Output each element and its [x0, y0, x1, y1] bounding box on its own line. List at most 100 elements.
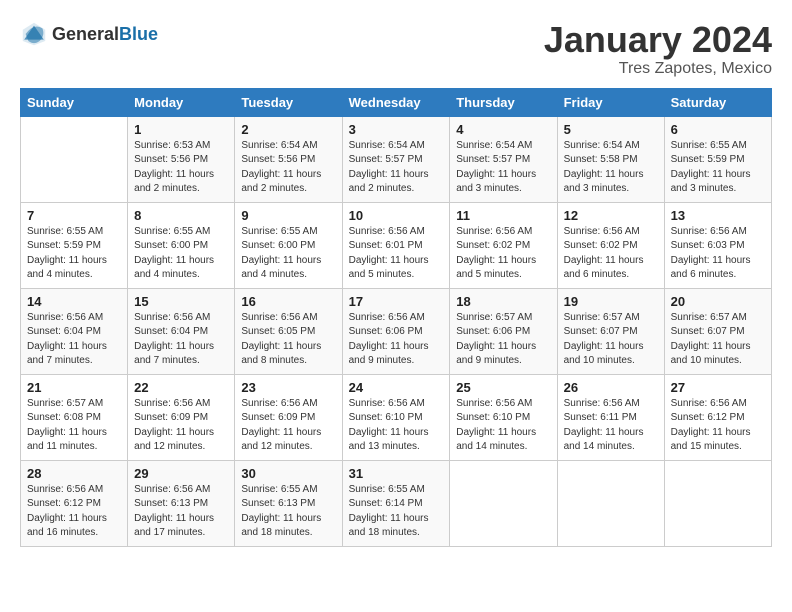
day-detail: Sunrise: 6:56 AMSunset: 6:12 PMDaylight:… [671, 397, 765, 455]
weekday-header-monday: Monday [128, 88, 235, 116]
day-detail: Sunrise: 6:55 AMSunset: 5:59 PMDaylight:… [671, 139, 765, 197]
calendar-cell: 17 Sunrise: 6:56 AMSunset: 6:06 PMDayligh… [342, 288, 450, 374]
title-block: January 2024 Tres Zapotes, Mexico [544, 20, 772, 78]
day-detail: Sunrise: 6:56 AMSunset: 6:10 PMDaylight:… [349, 397, 444, 455]
calendar-cell: 11Sunrise: 6:56 AMSunset: 6:02 PMDayligh… [450, 202, 557, 288]
calendar-table: SundayMondayTuesdayWednesdayThursdayFrid… [20, 88, 772, 547]
calendar-cell: 24Sunrise: 6:56 AMSunset: 6:10 PMDayligh… [342, 374, 450, 460]
day-detail: Sunrise: 6:56 AMSunset: 6:04 PMDaylight:… [134, 311, 228, 369]
day-number: 10 [349, 208, 444, 223]
day-number: 18 [456, 294, 550, 309]
day-detail: Sunrise: 6:56 AMSunset: 6:01 PMDaylight:… [349, 225, 444, 283]
day-detail: Sunrise: 6:56 AMSunset: 6:06 PMDaylight:… [349, 311, 444, 369]
weekday-header-row: SundayMondayTuesdayWednesdayThursdayFrid… [21, 88, 772, 116]
calendar-cell: 30 Sunrise: 6:55 AMSunset: 6:13 PMDayligh… [235, 460, 342, 546]
calendar-cell: 14 Sunrise: 6:56 AMSunset: 6:04 PMDayligh… [21, 288, 128, 374]
logo-text-general: General [52, 24, 119, 45]
day-detail: Sunrise: 6:56 AMSunset: 6:03 PMDaylight:… [671, 225, 765, 283]
day-number: 14 [27, 294, 121, 309]
day-detail: Sunrise: 6:56 AMSunset: 6:13 PMDaylight:… [134, 483, 228, 541]
calendar-week-5: 28Sunrise: 6:56 AMSunset: 6:12 PMDayligh… [21, 460, 772, 546]
calendar-cell [21, 116, 128, 202]
day-detail: Sunrise: 6:57 AMSunset: 6:07 PMDaylight:… [671, 311, 765, 369]
day-detail: Sunrise: 6:56 AMSunset: 6:05 PMDaylight:… [241, 311, 335, 369]
day-number: 31 [349, 466, 444, 481]
weekday-header-saturday: Saturday [664, 88, 771, 116]
calendar-cell [450, 460, 557, 546]
day-detail: Sunrise: 6:56 AMSunset: 6:11 PMDaylight:… [564, 397, 658, 455]
calendar-cell: 12 Sunrise: 6:56 AMSunset: 6:02 PMDayligh… [557, 202, 664, 288]
day-number: 2 [241, 122, 335, 137]
calendar-cell: 3 Sunrise: 6:54 AMSunset: 5:57 PMDaylight… [342, 116, 450, 202]
calendar-cell: 31Sunrise: 6:55 AMSunset: 6:14 PMDayligh… [342, 460, 450, 546]
weekday-header-wednesday: Wednesday [342, 88, 450, 116]
day-number: 6 [671, 122, 765, 137]
weekday-header-friday: Friday [557, 88, 664, 116]
calendar-cell: 29 Sunrise: 6:56 AMSunset: 6:13 PMDayligh… [128, 460, 235, 546]
calendar-cell: 21Sunrise: 6:57 AMSunset: 6:08 PMDayligh… [21, 374, 128, 460]
calendar-cell [664, 460, 771, 546]
calendar-cell: 22 Sunrise: 6:56 AMSunset: 6:09 PMDayligh… [128, 374, 235, 460]
day-detail: Sunrise: 6:54 AMSunset: 5:58 PMDaylight:… [564, 139, 658, 197]
logo-icon [20, 20, 48, 48]
calendar-cell: 18 Sunrise: 6:57 AMSunset: 6:06 PMDayligh… [450, 288, 557, 374]
day-detail: Sunrise: 6:55 AMSunset: 6:00 PMDaylight:… [241, 225, 335, 283]
day-number: 25 [456, 380, 550, 395]
calendar-cell: 8 Sunrise: 6:55 AMSunset: 6:00 PMDaylight… [128, 202, 235, 288]
day-detail: Sunrise: 6:53 AMSunset: 5:56 PMDaylight:… [134, 139, 228, 197]
day-number: 29 [134, 466, 228, 481]
day-detail: Sunrise: 6:54 AMSunset: 5:57 PMDaylight:… [456, 139, 550, 197]
day-detail: Sunrise: 6:55 AMSunset: 6:00 PMDaylight:… [134, 225, 228, 283]
calendar-cell: 15Sunrise: 6:56 AMSunset: 6:04 PMDayligh… [128, 288, 235, 374]
day-detail: Sunrise: 6:57 AMSunset: 6:08 PMDaylight:… [27, 397, 121, 455]
day-detail: Sunrise: 6:56 AMSunset: 6:02 PMDaylight:… [564, 225, 658, 283]
calendar-week-4: 21Sunrise: 6:57 AMSunset: 6:08 PMDayligh… [21, 374, 772, 460]
day-detail: Sunrise: 6:56 AMSunset: 6:02 PMDaylight:… [456, 225, 550, 283]
calendar-body: 1 Sunrise: 6:53 AMSunset: 5:56 PMDaylight… [21, 116, 772, 546]
day-detail: Sunrise: 6:56 AMSunset: 6:12 PMDaylight:… [27, 483, 121, 541]
calendar-cell: 2 Sunrise: 6:54 AMSunset: 5:56 PMDaylight… [235, 116, 342, 202]
day-detail: Sunrise: 6:55 AMSunset: 5:59 PMDaylight:… [27, 225, 121, 283]
calendar-cell: 20 Sunrise: 6:57 AMSunset: 6:07 PMDayligh… [664, 288, 771, 374]
logo: General Blue [20, 20, 158, 48]
day-number: 30 [241, 466, 335, 481]
calendar-cell: 5 Sunrise: 6:54 AMSunset: 5:58 PMDaylight… [557, 116, 664, 202]
day-detail: Sunrise: 6:54 AMSunset: 5:57 PMDaylight:… [349, 139, 444, 197]
day-number: 26 [564, 380, 658, 395]
calendar-cell: 25 Sunrise: 6:56 AMSunset: 6:10 PMDayligh… [450, 374, 557, 460]
day-number: 8 [134, 208, 228, 223]
day-number: 13 [671, 208, 765, 223]
logo-wordmark: General Blue [52, 24, 158, 45]
day-number: 9 [241, 208, 335, 223]
calendar-cell: 26 Sunrise: 6:56 AMSunset: 6:11 PMDayligh… [557, 374, 664, 460]
calendar-cell: 13 Sunrise: 6:56 AMSunset: 6:03 PMDayligh… [664, 202, 771, 288]
day-number: 23 [241, 380, 335, 395]
day-detail: Sunrise: 6:56 AMSunset: 6:09 PMDaylight:… [134, 397, 228, 455]
day-number: 22 [134, 380, 228, 395]
calendar-cell: 23Sunrise: 6:56 AMSunset: 6:09 PMDayligh… [235, 374, 342, 460]
calendar-title: January 2024 [544, 20, 772, 60]
calendar-week-3: 14 Sunrise: 6:56 AMSunset: 6:04 PMDayligh… [21, 288, 772, 374]
calendar-subtitle: Tres Zapotes, Mexico [544, 60, 772, 78]
calendar-cell [557, 460, 664, 546]
day-number: 17 [349, 294, 444, 309]
day-detail: Sunrise: 6:57 AMSunset: 6:07 PMDaylight:… [564, 311, 658, 369]
day-detail: Sunrise: 6:56 AMSunset: 6:04 PMDaylight:… [27, 311, 121, 369]
calendar-cell: 19Sunrise: 6:57 AMSunset: 6:07 PMDayligh… [557, 288, 664, 374]
day-number: 1 [134, 122, 228, 137]
day-number: 20 [671, 294, 765, 309]
day-detail: Sunrise: 6:55 AMSunset: 6:13 PMDaylight:… [241, 483, 335, 541]
day-number: 5 [564, 122, 658, 137]
day-number: 3 [349, 122, 444, 137]
calendar-cell: 1 Sunrise: 6:53 AMSunset: 5:56 PMDaylight… [128, 116, 235, 202]
day-number: 4 [456, 122, 550, 137]
day-number: 27 [671, 380, 765, 395]
day-detail: Sunrise: 6:54 AMSunset: 5:56 PMDaylight:… [241, 139, 335, 197]
day-number: 12 [564, 208, 658, 223]
day-detail: Sunrise: 6:56 AMSunset: 6:10 PMDaylight:… [456, 397, 550, 455]
weekday-header-thursday: Thursday [450, 88, 557, 116]
calendar-week-2: 7Sunrise: 6:55 AMSunset: 5:59 PMDaylight… [21, 202, 772, 288]
calendar-cell: 27 Sunrise: 6:56 AMSunset: 6:12 PMDayligh… [664, 374, 771, 460]
calendar-cell: 4 Sunrise: 6:54 AMSunset: 5:57 PMDaylight… [450, 116, 557, 202]
day-detail: Sunrise: 6:57 AMSunset: 6:06 PMDaylight:… [456, 311, 550, 369]
